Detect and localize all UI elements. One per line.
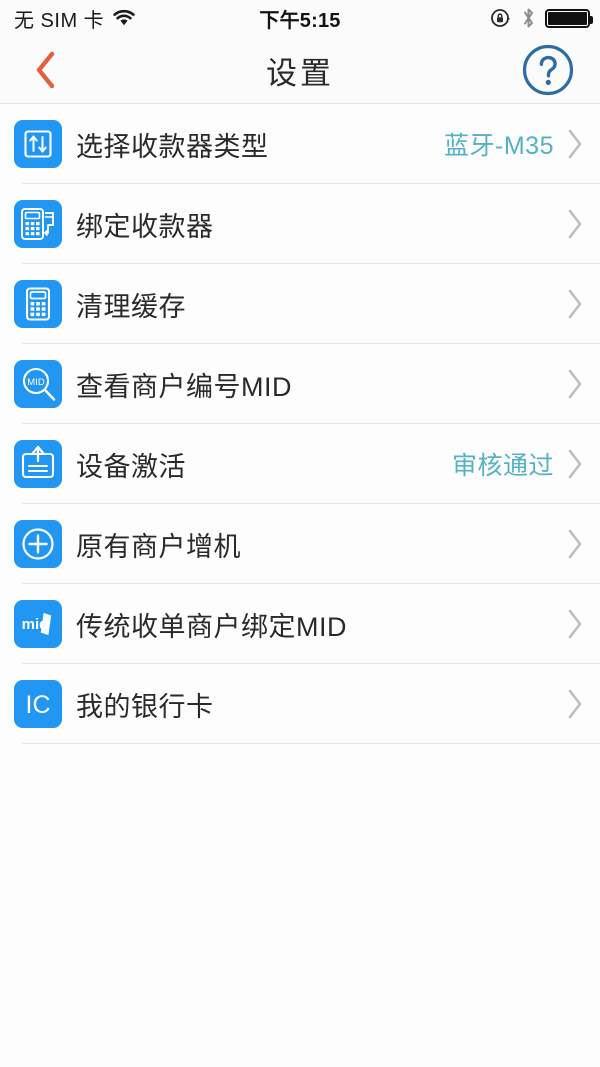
pos-terminal-icon — [14, 200, 62, 248]
chevron-right-icon — [566, 128, 584, 160]
list-item[interactable]: mid 传统收单商户绑定MID — [0, 584, 600, 664]
transfer-arrows-icon — [14, 120, 62, 168]
chevron-right-icon — [566, 608, 584, 640]
list-item-value: 审核通过 — [451, 452, 554, 480]
calculator-icon — [14, 280, 62, 328]
chevron-right-icon — [566, 368, 584, 400]
list-item-label: 绑定收款器 — [76, 211, 214, 242]
page-title: 设置 — [266, 55, 334, 91]
svg-text:MID: MID — [27, 377, 45, 388]
mid-search-icon: MID — [14, 360, 62, 408]
list-item[interactable]: IC 我的银行卡 — [0, 664, 600, 744]
list-item-label: 设备激活 — [76, 451, 186, 482]
clock-label: 下午5:15 — [259, 9, 341, 32]
svg-text:mid: mid — [22, 616, 49, 633]
mid-card-icon: mid — [14, 600, 62, 648]
list-item[interactable]: 清理缓存 — [0, 264, 600, 344]
device-activate-icon — [14, 440, 62, 488]
chevron-right-icon — [566, 288, 584, 320]
list-item[interactable]: MID 查看商户编号MID — [0, 344, 600, 424]
chevron-right-icon — [566, 448, 584, 480]
navigation-bar: 设置 — [0, 36, 600, 104]
list-item-label: 查看商户编号MID — [76, 371, 292, 402]
phone-screen: 无 SIM 卡 下午5:15 设置 选择收款器类型 蓝牙-M35 绑定收款器 清… — [0, 0, 600, 1067]
help-button[interactable] — [518, 36, 578, 104]
plus-circle-icon — [14, 520, 62, 568]
svg-text:IC: IC — [26, 691, 51, 719]
status-bar-right — [490, 0, 593, 36]
rotation-lock-icon — [491, 9, 511, 27]
ic-card-icon: IC — [14, 680, 62, 728]
list-item[interactable]: 原有商户增机 — [0, 504, 600, 584]
list-item-label: 清理缓存 — [76, 291, 186, 322]
chevron-right-icon — [566, 208, 584, 240]
question-circle-icon — [522, 44, 574, 96]
list-item-label: 原有商户增机 — [76, 531, 241, 562]
list-item-label: 传统收单商户绑定MID — [76, 611, 347, 642]
bluetooth-icon — [524, 8, 533, 28]
chevron-right-icon — [566, 528, 584, 560]
list-item-label: 我的银行卡 — [76, 691, 214, 722]
battery-icon — [545, 8, 593, 28]
status-bar: 无 SIM 卡 下午5:15 — [0, 0, 600, 36]
list-item[interactable]: 选择收款器类型 蓝牙-M35 — [0, 104, 600, 184]
list-item-value: 蓝牙-M35 — [444, 132, 554, 160]
list-item[interactable]: 绑定收款器 — [0, 184, 600, 264]
empty-area — [0, 744, 600, 1067]
chevron-right-icon — [566, 688, 584, 720]
list-item[interactable]: 设备激活 审核通过 — [0, 424, 600, 504]
list-item-label: 选择收款器类型 — [76, 131, 269, 162]
settings-list: 选择收款器类型 蓝牙-M35 绑定收款器 清理缓存 MID 查看商户编号MID … — [0, 104, 600, 744]
